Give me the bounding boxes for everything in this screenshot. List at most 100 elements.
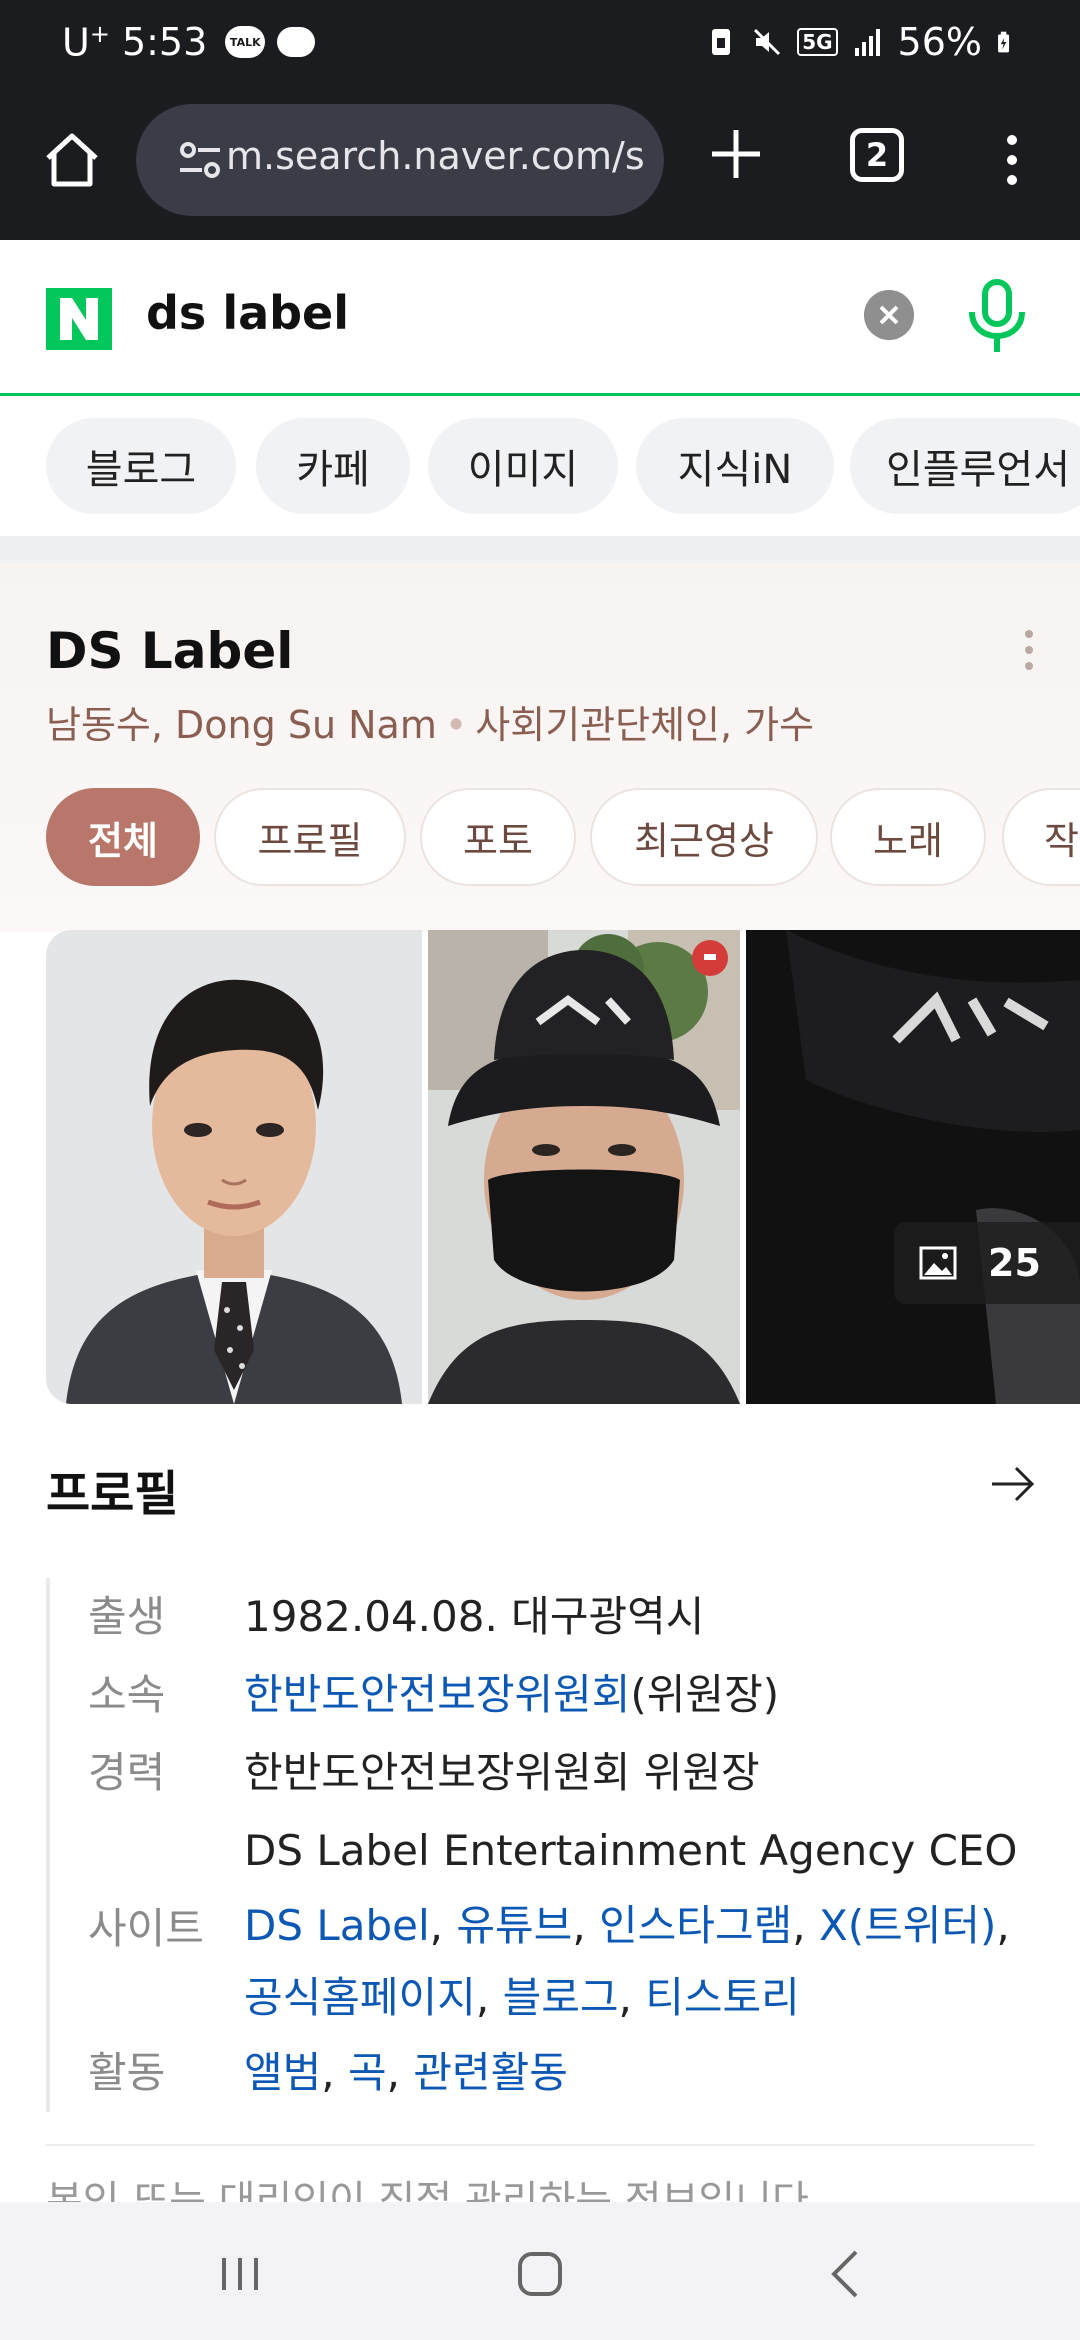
back-icon[interactable]	[826, 2248, 862, 2300]
site-settings-icon[interactable]	[178, 140, 222, 180]
naver-logo[interactable]	[46, 288, 112, 350]
arrow-right-icon[interactable]	[990, 1464, 1036, 1504]
status-time: 5:53	[121, 20, 208, 65]
mute-icon	[754, 28, 781, 56]
career-label: 경력	[88, 1748, 166, 1797]
status-right: 5G 56%	[705, 20, 1018, 64]
url-text: m.search.naver.com/se	[226, 134, 646, 178]
career-label-spacer	[88, 1812, 244, 1890]
photo-strip: 25	[46, 930, 1080, 1404]
profile-row-birth: 출생 1982.04.08. 대구광역시	[88, 1578, 1046, 1656]
birth-value: 1982.04.08. 대구광역시	[244, 1592, 705, 1641]
career-value-1: 한반도안전보장위원회 위원장	[244, 1748, 760, 1797]
sites-label: 사이트	[88, 1904, 204, 1953]
search-verticals: 블로그 카페 이미지 지식iN 인플루언서	[0, 396, 1080, 536]
profile-row-career-2: DS Label Entertainment Agency CEO	[88, 1812, 1046, 1890]
address-bar[interactable]: m.search.naver.com/se	[136, 104, 664, 216]
notification-cloud-icon	[277, 27, 316, 58]
activity-link-songs[interactable]: 곡	[348, 2048, 387, 2097]
panel-tab-songs[interactable]: 노래	[830, 788, 986, 886]
site-link-tistory[interactable]: 티스토리	[645, 1973, 800, 2022]
panel-tab-all[interactable]: 전체	[46, 788, 200, 886]
hat-mask-image	[428, 930, 740, 1404]
vertical-influencer[interactable]: 인플루언서	[850, 418, 1080, 514]
section-gap	[0, 536, 1080, 562]
vertical-blog[interactable]: 블로그	[46, 418, 236, 514]
new-tab-icon[interactable]	[706, 124, 766, 184]
dark-closeup-image	[746, 930, 1080, 1404]
panel-subtitle: 남동수, Dong Su Nam • 사회기관단체인, 가수	[46, 694, 814, 749]
subtitle-separator: •	[444, 703, 468, 747]
birth-label: 출생	[88, 1592, 166, 1641]
activity-link-related[interactable]: 관련활동	[413, 2048, 568, 2097]
subtitle-name: 남동수, Dong Su Nam	[46, 703, 437, 747]
affiliation-link[interactable]: 한반도안전보장위원회	[244, 1670, 630, 1719]
search-bar: ds label	[0, 240, 1080, 396]
photo-portrait-suit[interactable]	[46, 930, 422, 1404]
gallery-icon	[919, 1246, 957, 1280]
panel-more-icon[interactable]	[1022, 626, 1036, 676]
system-nav-bar	[0, 2202, 1080, 2340]
affiliation-value: 한반도안전보장위원회(위원장)	[244, 1656, 779, 1734]
voice-search-icon[interactable]	[962, 278, 1032, 354]
tab-switcher-button[interactable]: 2	[850, 128, 904, 182]
profile-section-title: 프로필	[46, 1466, 179, 1522]
site-link-ds-label[interactable]: DS Label	[244, 1901, 430, 1950]
home-button-icon[interactable]	[518, 2252, 562, 2296]
profile-row-activity: 활동 앨범, 곡, 관련활동	[88, 2034, 1046, 2112]
activity-separator: ,	[386, 2048, 400, 2097]
clear-search-icon[interactable]	[864, 290, 914, 340]
recent-apps-icon[interactable]	[218, 2254, 262, 2294]
site-link-official-homepage[interactable]: 공식홈페이지	[244, 1973, 476, 2022]
site-separator: ,	[572, 1901, 586, 1950]
site-link-youtube[interactable]: 유튜브	[456, 1901, 572, 1950]
knowledge-panel: DS Label 남동수, Dong Su Nam • 사회기관단체인, 가수 전체…	[0, 562, 1080, 2224]
activity-label: 활동	[88, 2048, 166, 2097]
photo-hat-mask[interactable]	[428, 930, 740, 1404]
panel-tab-photo[interactable]: 포토	[420, 788, 576, 886]
profile-row-sites: 사이트 DS Label, 유튜브, 인스타그램, X(트위터), 공식홈페이지…	[88, 1890, 1046, 2034]
battery-percent: 56%	[897, 20, 982, 64]
sim-icon	[712, 29, 731, 55]
profile-row-career: 경력 한반도안전보장위원회 위원장	[88, 1734, 1046, 1812]
profile-info: 출생 1982.04.08. 대구광역시 소속 한반도안전보장위원회(위원장) …	[46, 1578, 1046, 2112]
vertical-images[interactable]: 이미지	[428, 418, 618, 514]
battery-charging-icon	[998, 31, 1010, 53]
carrier-label: U+	[62, 20, 110, 65]
kakaotalk-icon: TALK	[225, 26, 266, 59]
site-separator: ,	[429, 1901, 444, 1950]
career-value-2: DS Label Entertainment Agency CEO	[244, 1826, 1018, 1875]
vertical-kin[interactable]: 지식iN	[636, 418, 834, 514]
sites-value: DS Label, 유튜브, 인스타그램, X(트위터), 공식홈페이지, 블로…	[244, 1890, 1010, 2034]
home-icon[interactable]	[40, 128, 104, 192]
portrait-suit-image	[46, 930, 422, 1404]
site-separator: ,	[618, 1973, 632, 2022]
status-left: U+ 5:53 TALK	[62, 20, 316, 65]
browser-toolbar: m.search.naver.com/se 2	[0, 92, 1080, 240]
vertical-cafe[interactable]: 카페	[256, 418, 410, 514]
more-menu-icon[interactable]	[1000, 132, 1024, 188]
site-link-x-twitter[interactable]: X(트위터)	[819, 1901, 996, 1950]
affiliation-suffix: (위원장)	[630, 1670, 780, 1719]
site-separator: ,	[996, 1901, 1010, 1950]
search-input[interactable]: ds label	[146, 286, 349, 340]
panel-tab-recent-video[interactable]: 최근영상	[590, 788, 818, 886]
subtitle-role: 사회기관단체인, 가수	[475, 703, 815, 747]
signal-icon	[854, 29, 880, 56]
site-separator: ,	[792, 1901, 806, 1950]
network-5g-label: 5G	[797, 28, 838, 56]
profile-row-affiliation: 소속 한반도안전보장위원회(위원장)	[88, 1656, 1046, 1734]
photo-dark-closeup[interactable]	[746, 930, 1080, 1404]
photo-count: 25	[988, 1241, 1041, 1285]
profile-divider	[46, 2144, 1034, 2146]
site-link-blog[interactable]: 블로그	[503, 1973, 619, 2022]
panel-title[interactable]: DS Label	[46, 622, 293, 680]
status-bar: U+ 5:53 TALK 5G 56%	[0, 0, 1080, 92]
activity-value: 앨범, 곡, 관련활동	[244, 2034, 568, 2112]
activity-separator: ,	[321, 2048, 335, 2097]
activity-link-albums[interactable]: 앨범	[244, 2048, 321, 2097]
panel-tab-profile[interactable]: 프로필	[214, 788, 406, 886]
site-link-instagram[interactable]: 인스타그램	[599, 1901, 792, 1950]
photo-count-badge[interactable]: 25	[894, 1222, 1080, 1304]
screen: U+ 5:53 TALK 5G 56% m.search.naver.com/s…	[0, 0, 1080, 2340]
